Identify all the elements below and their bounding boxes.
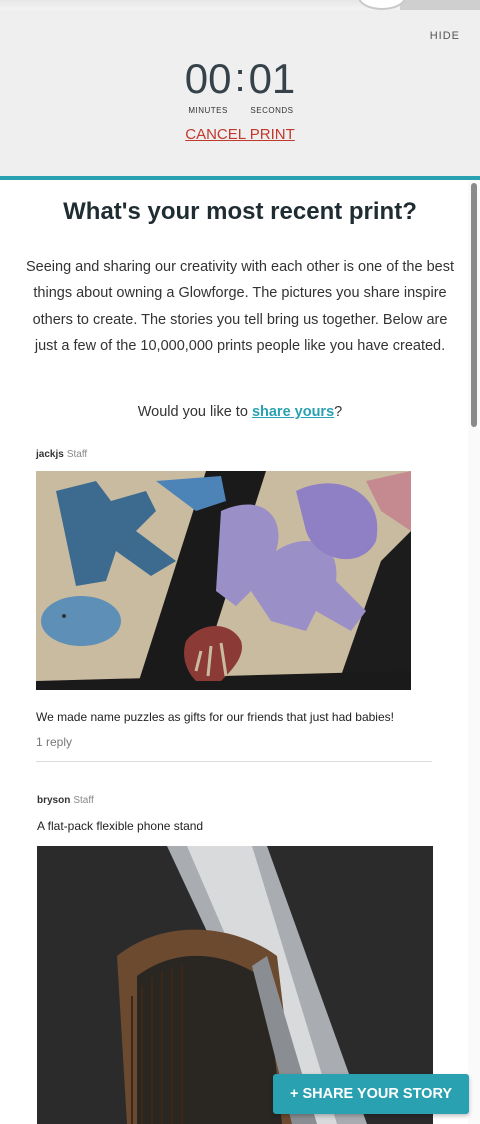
author-name[interactable]: bryson: [37, 795, 70, 806]
post-photo[interactable]: [36, 471, 411, 690]
intro-paragraph: Seeing and sharing our creativity with e…: [25, 259, 454, 354]
minutes-value: 00: [184, 55, 232, 102]
timer-minutes: 00 MINUTES: [184, 55, 232, 116]
share-prompt-prefix: Would you like to: [137, 404, 252, 420]
seconds-label: SECONDS: [250, 106, 294, 115]
cancel-print-link[interactable]: CANCEL PRINT: [0, 126, 480, 143]
share-yours-link[interactable]: share yours: [252, 404, 334, 420]
share-prompt: Would you like to share yours?: [0, 404, 480, 420]
author-role: Staff: [73, 795, 94, 806]
author-role: Staff: [66, 449, 88, 460]
author-name[interactable]: jackjs: [36, 449, 64, 460]
top-toolbar-right-section: [400, 0, 480, 10]
post-author: bryson Staff: [37, 795, 94, 806]
panel-divider: [0, 176, 480, 180]
page-title: What's your most recent print?: [63, 198, 417, 225]
minutes-label: MINUTES: [188, 106, 228, 115]
print-timer-panel: HIDE 00 MINUTES : 01 SECONDS CANCEL PRIN…: [0, 10, 480, 176]
post-text: We made name puzzles as gifts for our fr…: [36, 710, 394, 724]
share-your-story-button[interactable]: + SHARE YOUR STORY: [273, 1074, 469, 1114]
timer-separator: :: [234, 56, 246, 100]
top-toolbar: [0, 0, 480, 10]
timer-seconds: 01 SECONDS: [248, 55, 296, 116]
share-prompt-suffix: ?: [334, 404, 343, 420]
post-divider: [36, 761, 432, 762]
replies-link[interactable]: 1 reply: [36, 735, 72, 749]
countdown-timer: 00 MINUTES : 01 SECONDS: [0, 55, 480, 116]
post-text: A flat-pack flexible phone stand: [37, 819, 204, 833]
post-author: jackjs Staff: [36, 449, 87, 460]
seconds-value: 01: [248, 55, 296, 102]
name-puzzle-image: [36, 471, 411, 690]
hide-button[interactable]: HIDE: [430, 30, 460, 42]
